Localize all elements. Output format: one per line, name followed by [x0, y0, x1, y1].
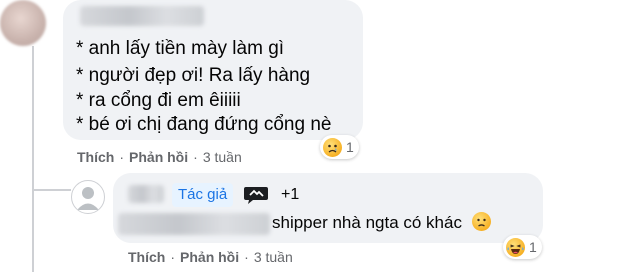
thread-line-horizontal	[33, 189, 71, 191]
commenter-name[interactable]	[80, 6, 204, 26]
author-badge: Tác giả	[172, 183, 234, 207]
reply-button[interactable]: Phản hồi	[129, 149, 188, 165]
comment-line: * anh lấy tiền mày làm gì	[76, 38, 285, 59]
sad-emoji-icon	[323, 137, 342, 157]
comment-line: * người đẹp ơi! Ra lấy hàng	[76, 65, 311, 86]
reply-button[interactable]: Phản hồi	[180, 249, 239, 265]
timestamp[interactable]: 3 tuần	[254, 249, 293, 265]
separator-dot: ·	[244, 249, 249, 265]
comment-line: * bé ơi chị đang đứng cổng nè	[76, 114, 332, 135]
reply-author-name[interactable]	[128, 185, 164, 203]
reaction-count: 1	[346, 139, 354, 155]
thread-line-vertical	[32, 46, 34, 272]
like-button[interactable]: Thích	[128, 249, 165, 265]
tagged-user-name[interactable]	[118, 213, 270, 235]
avatar[interactable]	[71, 180, 105, 214]
sad-face-emoji-icon	[471, 212, 491, 231]
reply-text: shipper nhà ngta có khác	[272, 212, 491, 234]
badge-count[interactable]: +1	[281, 183, 299, 207]
separator-dot: ·	[193, 149, 198, 165]
reply-text-content: shipper nhà ngta có khác	[272, 213, 462, 232]
chat-badge-icon	[243, 185, 269, 210]
laughing-emoji-icon	[506, 237, 525, 257]
separator-dot: ·	[170, 249, 176, 265]
timestamp[interactable]: 3 tuần	[203, 149, 242, 165]
avatar[interactable]	[0, 0, 46, 46]
reaction-count: 1	[529, 239, 537, 255]
like-button[interactable]: Thích	[77, 149, 114, 165]
comment-actions: Thích · Phản hồi · 3 tuần	[77, 148, 242, 166]
comment-line: * ra cổng đi em êiiiii	[76, 90, 241, 111]
comment-reaction-count[interactable]: 1	[320, 135, 359, 159]
reply-reaction-count[interactable]: 1	[503, 235, 542, 259]
separator-dot: ·	[119, 149, 125, 165]
reply-actions: Thích · Phản hồi · 3 tuần	[128, 248, 293, 266]
